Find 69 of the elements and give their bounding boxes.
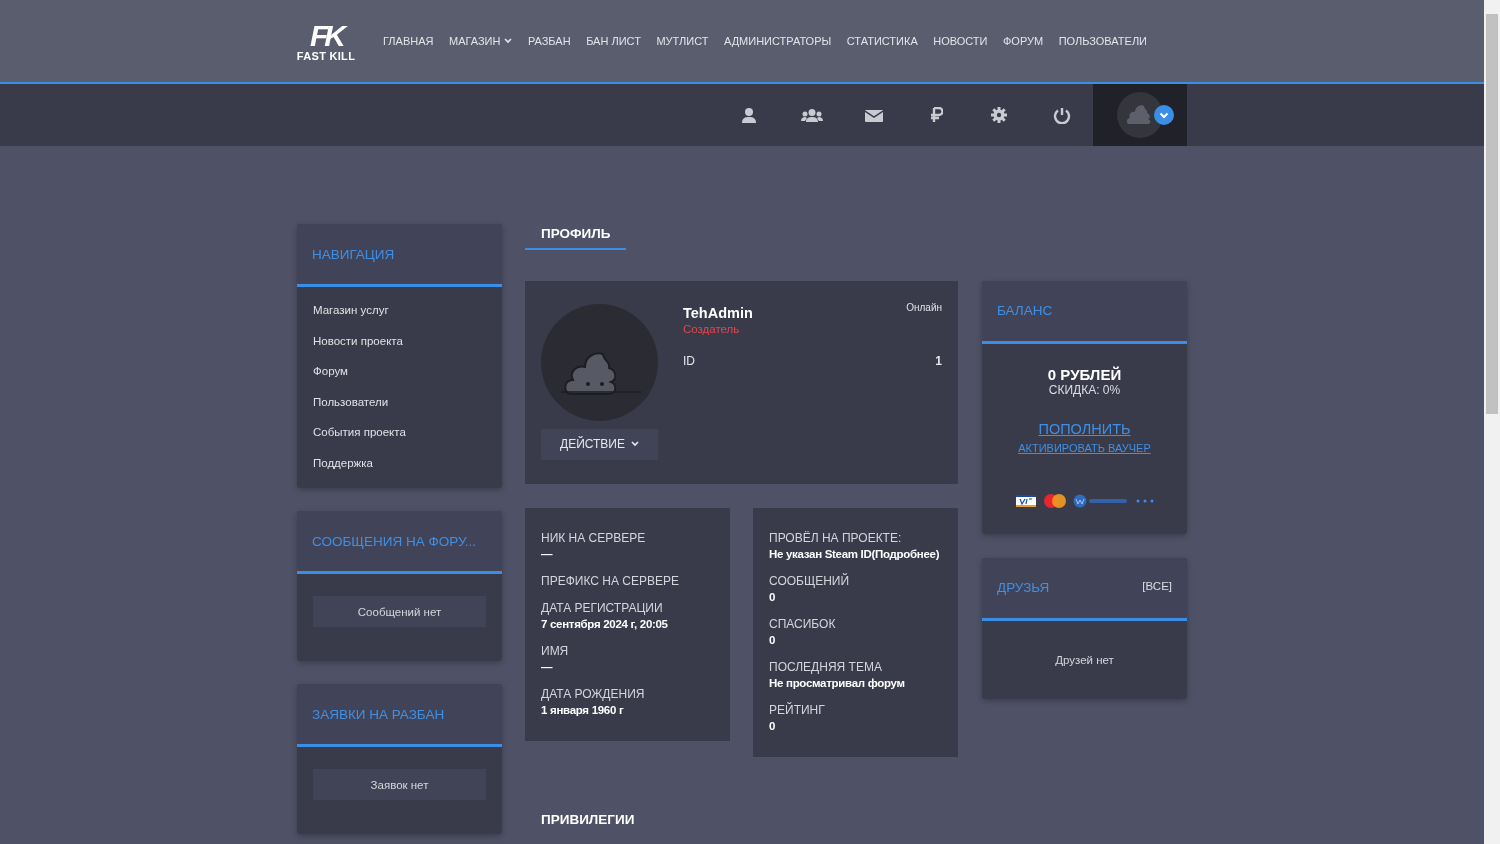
nav-link[interactable]: МУТЛИСТ — [656, 35, 709, 47]
field-label: ПРОВЁЛ НА ПРОЕКТЕ: — [769, 529, 903, 546]
action-button[interactable]: ДЕЙСТВИЕ — [541, 428, 658, 460]
dropdown-icon[interactable] — [1154, 105, 1174, 125]
card-title: СООБЩЕНИЯ НА ФОРУ... — [312, 533, 476, 549]
online-status: Онлайн — [906, 301, 942, 315]
all-friends-link[interactable]: [ВСЕ] — [1142, 579, 1172, 592]
nav-link[interactable]: НОВОСТИ — [933, 35, 988, 47]
field-value: 0 — [769, 589, 777, 605]
power-icon[interactable] — [1052, 106, 1071, 124]
user-icon[interactable] — [741, 107, 758, 123]
avatar-picture[interactable] — [1117, 92, 1163, 138]
more-icon — [1135, 498, 1154, 503]
empty-message: Заявок нет — [313, 769, 486, 800]
username: TehAdmin — [683, 304, 753, 321]
field-label: ПОСЛЕДНЯЯ ТЕМА — [769, 658, 883, 675]
nav-link[interactable]: АДМИНИСТРАТОРЫ — [723, 35, 832, 47]
chevron-down-icon — [504, 38, 513, 44]
ruble-icon[interactable] — [930, 107, 944, 123]
card-title: БАЛАНС — [997, 303, 1053, 319]
section-tab[interactable]: ПРОФИЛЬ — [525, 226, 627, 250]
sidebar-link[interactable]: События проекта — [313, 417, 486, 448]
field-value: Не указан Steam ID(Подробнее) — [769, 546, 941, 562]
field-label: ПРЕФИКС НА СЕРВЕРЕ — [541, 572, 680, 589]
nav-link[interactable]: ФОРУМ — [1002, 35, 1044, 47]
field-label: ДАТА РЕГИСТРАЦИИ — [541, 599, 664, 616]
field-value: 0 — [769, 632, 777, 648]
field-label: СПАСИБОК — [769, 615, 837, 632]
nav-link[interactable]: МАГАЗИН — [448, 35, 513, 47]
field-value: — — [541, 659, 554, 675]
empty-message: Друзей нет — [1054, 652, 1115, 668]
balance-amount: 0 РУБЛЕЙ — [1046, 365, 1123, 383]
sidebar-link[interactable]: Пользователи — [313, 386, 486, 417]
card-title: ДРУЗЬЯ — [997, 580, 1050, 596]
field-label: ИМЯ — [541, 642, 570, 659]
field-label: НИК НА СЕРВЕРЕ — [541, 529, 647, 546]
field-value: — — [541, 546, 554, 562]
id-label: ID — [683, 353, 695, 368]
section-heading: ПРИВИЛЕГИИ — [540, 812, 636, 830]
card-title: ЗАЯВКИ НА РАЗБАН — [312, 706, 445, 722]
id-value: 1 — [935, 353, 942, 368]
top-up-link[interactable]: ПОПОЛНИТЬ — [1038, 420, 1131, 437]
sidebar-link[interactable]: Форум — [313, 356, 486, 387]
field-label: СООБЩЕНИЙ — [769, 572, 851, 589]
users-icon[interactable] — [800, 108, 823, 122]
card-title: НАВИГАЦИЯ — [312, 246, 395, 262]
nav-link[interactable]: БАН ЛИСТ — [586, 35, 641, 47]
logo-text: FAST KILL — [296, 50, 356, 62]
voucher-link[interactable]: АКТИВИРОВАТЬ ВАУЧЕР — [1018, 441, 1151, 454]
envelope-icon[interactable] — [865, 107, 884, 123]
sidebar-link[interactable]: Поддержка — [313, 447, 486, 478]
user-role: Создатель — [683, 322, 741, 335]
field-value: 1 января 1960 г — [541, 702, 625, 718]
field-label: ДАТА РОЖДЕНИЯ — [541, 685, 646, 702]
discount-text: СКИДКА: 0% — [1047, 382, 1122, 397]
nav-link[interactable]: ГЛАВНАЯ — [383, 35, 434, 47]
field-value: 0 — [769, 718, 777, 734]
field-value: Не просматривал форум — [769, 675, 906, 691]
chevron-down-icon — [631, 441, 639, 448]
empty-message: Сообщений нет — [313, 596, 486, 627]
scrollbar[interactable] — [1484, 0, 1500, 844]
sidebar-link[interactable]: Магазин услуг — [313, 295, 486, 326]
nav-link[interactable]: СТАТИСТИКА — [846, 35, 918, 47]
field-value: 7 сентября 2024 г, 20:05 — [541, 616, 669, 632]
field-label: РЕЙТИНГ — [769, 701, 826, 718]
settings-icon[interactable] — [991, 107, 1008, 123]
nav-link[interactable]: РАЗБАН — [527, 35, 571, 47]
sidebar-link[interactable]: Новости проекта — [313, 325, 486, 356]
nav-link[interactable]: ПОЛЬЗОВАТЕЛИ — [1058, 35, 1147, 47]
